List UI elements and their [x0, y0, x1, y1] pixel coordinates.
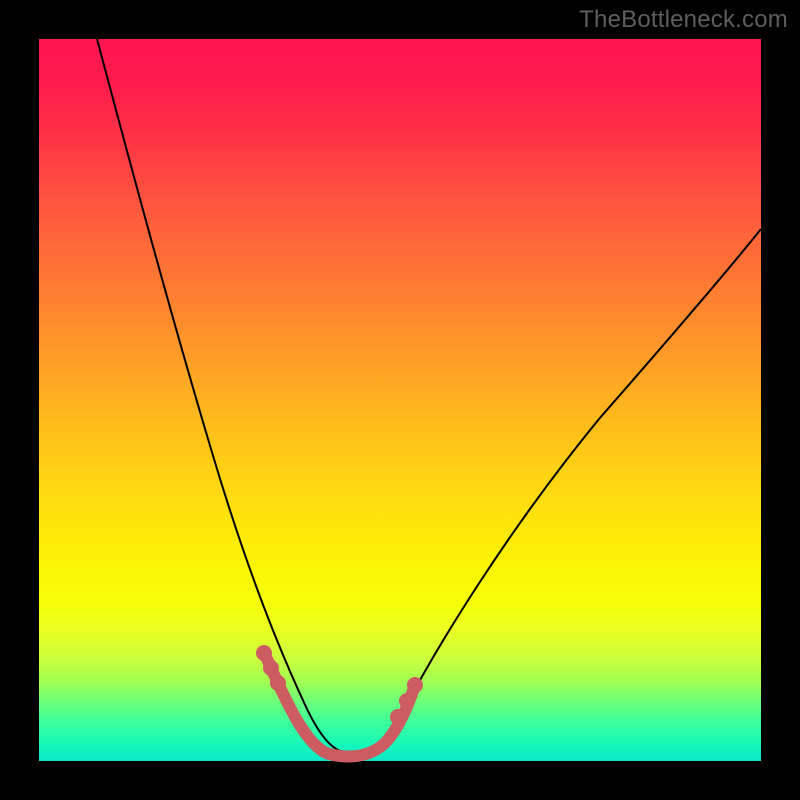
- curve-accent-segment: [267, 659, 413, 757]
- accent-dot: [390, 709, 406, 725]
- chart-plot-area: [39, 39, 761, 761]
- accent-dot: [399, 693, 415, 709]
- accent-dot: [263, 660, 279, 676]
- accent-dot: [270, 675, 286, 691]
- accent-dot: [407, 677, 423, 693]
- accent-dot: [256, 645, 272, 661]
- curve-main: [97, 39, 761, 755]
- watermark-text: TheBottleneck.com: [579, 6, 788, 34]
- bottleneck-curve: [39, 39, 761, 761]
